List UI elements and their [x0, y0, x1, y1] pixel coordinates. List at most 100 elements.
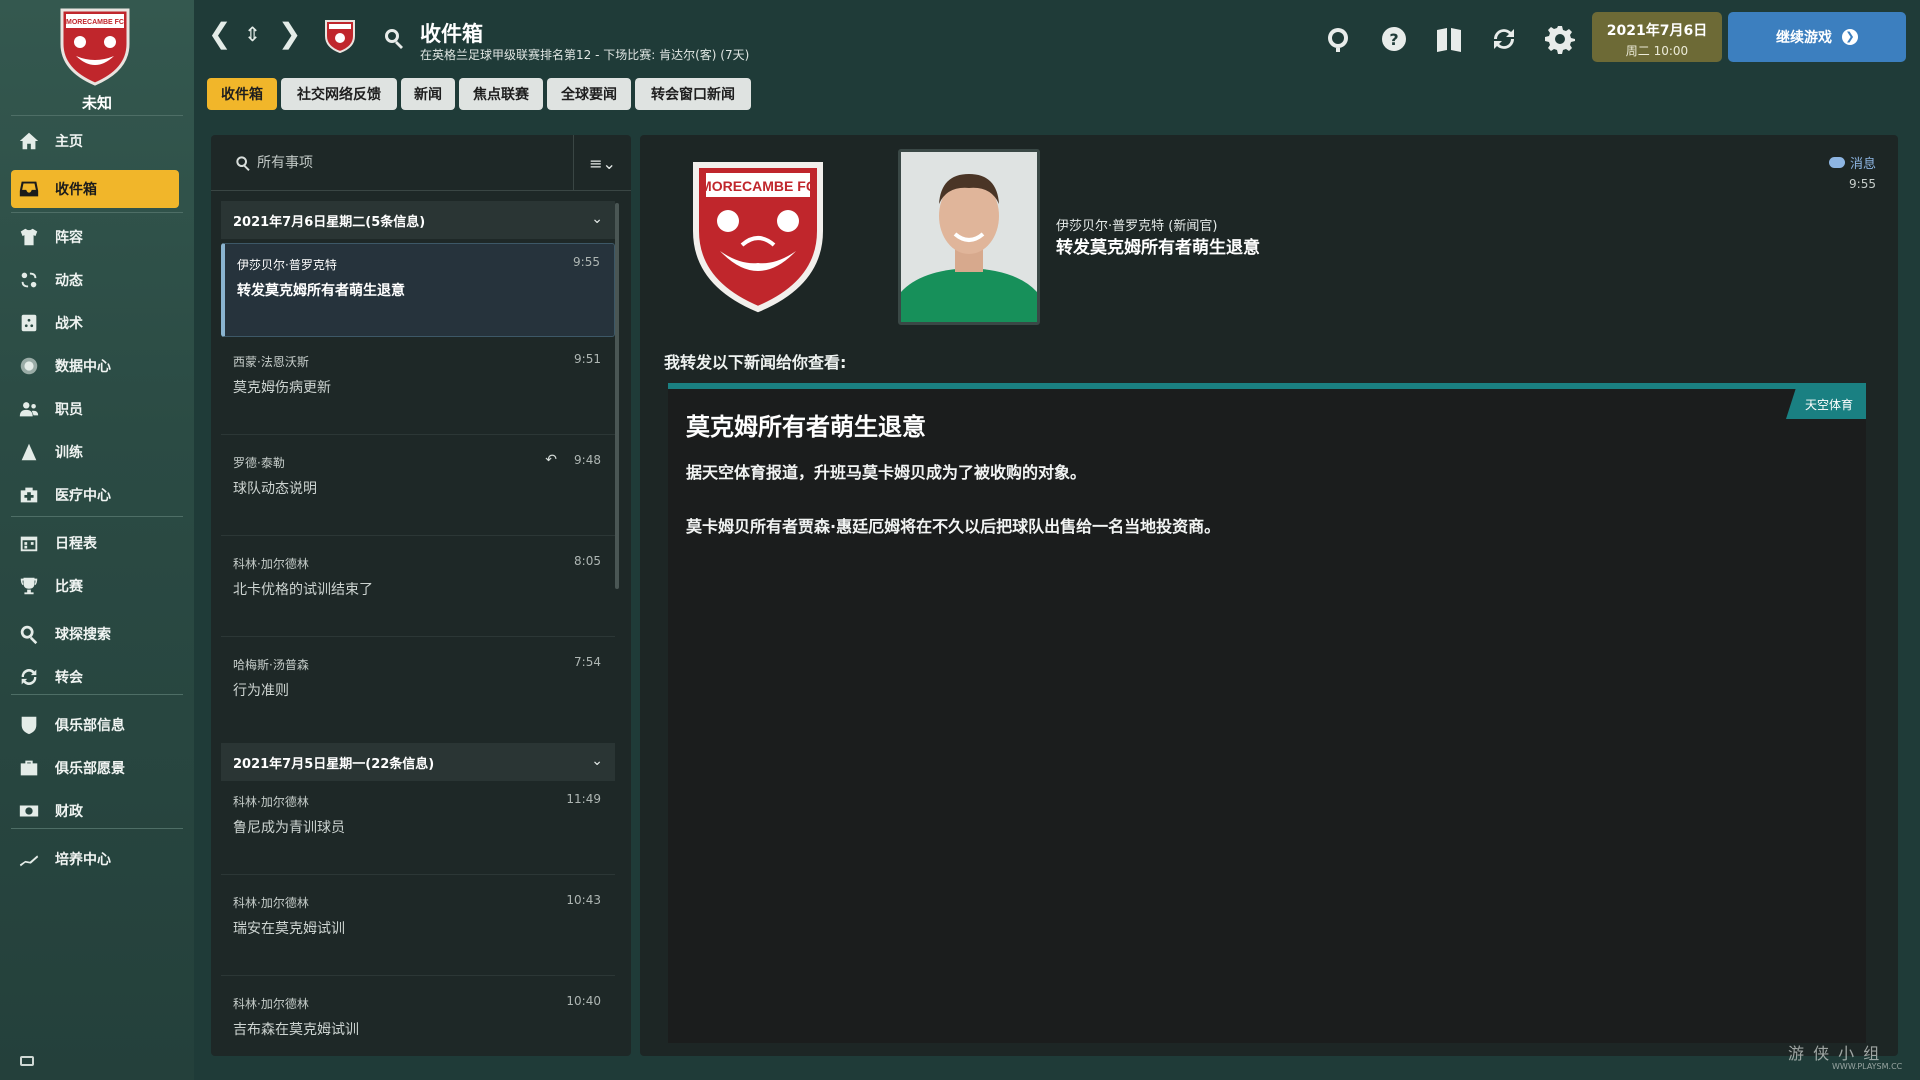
sidebar-divider	[11, 212, 183, 213]
medical-icon	[17, 483, 41, 507]
sidebar-item-label: 培养中心	[55, 852, 111, 868]
list-item[interactable]: 西蒙·法恩沃斯 9:51 莫克姆伤病更新	[221, 341, 615, 435]
tab-transfer-window-news[interactable]: 转会窗口新闻	[635, 78, 751, 110]
list-item[interactable]: 科林·加尔德林 8:05 北卡优格的试训结束了	[221, 543, 615, 637]
sidebar-item-development[interactable]: 培养中心	[11, 840, 179, 878]
article-paragraph: 莫卡姆贝所有者贾森·惠廷厄姆将在不久以后把球队出售给一名当地投资商。	[686, 517, 1221, 536]
list-item[interactable]: 科林·加尔德林 10:40 吉布森在莫克姆试训	[221, 983, 615, 1056]
message-subject: 鲁尼成为青训球员	[233, 820, 345, 836]
page-subtitle: 在英格兰足球甲级联赛排名第12 - 下场比赛: 肯达尔(客) (7天)	[420, 48, 750, 62]
message-sender: 哈梅斯·汤普森	[233, 658, 309, 672]
sidebar-collapse-icon[interactable]	[20, 1056, 34, 1066]
continue-label: 继续游戏	[1776, 30, 1832, 46]
transfers-icon	[17, 665, 41, 689]
training-icon	[17, 440, 41, 464]
home-icon	[17, 129, 41, 153]
sidebar-item-squad[interactable]: 阵容	[11, 218, 179, 256]
globe-icon[interactable]	[1323, 24, 1353, 54]
sidebar-item-label: 日程表	[55, 536, 97, 552]
sidebar-item-schedule[interactable]: 日程表	[11, 524, 179, 562]
list-item[interactable]: 科林·加尔德林 11:49 鲁尼成为青训球员	[221, 781, 615, 875]
search-icon	[235, 155, 251, 171]
back-icon[interactable]: ❮	[208, 20, 231, 48]
detail-sender: 伊莎贝尔·普罗克特 (新闻官)	[1056, 219, 1218, 234]
sidebar-item-label: 俱乐部愿景	[55, 761, 125, 777]
sidebar-item-medical[interactable]: 医疗中心	[11, 476, 179, 514]
tab-news[interactable]: 新闻	[401, 78, 455, 110]
filter-menu-button[interactable]: ≡⌄	[573, 135, 631, 191]
manual-icon[interactable]	[1434, 24, 1464, 54]
sidebar-item-finances[interactable]: 财政	[11, 792, 179, 830]
finances-icon	[17, 799, 41, 823]
sidebar-item-label: 数据中心	[55, 359, 111, 375]
club-vision-icon	[17, 756, 41, 780]
date-group-title: 2021年7月5日星期一(22条信息)	[233, 756, 435, 772]
message-subject: 莫克姆伤病更新	[233, 380, 331, 396]
filter-menu-icon: ≡⌄	[589, 153, 616, 173]
article-paragraph: 据天空体育报道，升班马莫卡姆贝成为了被收购的对象。	[686, 463, 1087, 482]
chevron-down-icon: ⌄	[591, 211, 603, 227]
top-bar: ❮ ⇕ ❯ 收件箱 在英格兰足球甲级联赛排名第12 - 下场比赛: 肯达尔(客)…	[194, 0, 1920, 75]
help-icon[interactable]: ?	[1379, 24, 1409, 54]
watermark-logo: 游 侠 小 组	[1788, 1044, 1882, 1063]
message-time: 9:51	[574, 352, 601, 366]
message-time: 10:40	[566, 994, 601, 1008]
date-group-header[interactable]: 2021年7月5日星期一(22条信息) ⌄	[221, 743, 615, 781]
message-tag-label: 消息	[1849, 157, 1876, 172]
refresh-icon[interactable]	[1489, 24, 1519, 54]
sidebar-item-staff[interactable]: 职员	[11, 390, 179, 428]
date-group-title: 2021年7月6日星期二(5条信息)	[233, 214, 426, 230]
staff-icon	[17, 397, 41, 421]
list-scrollbar[interactable]	[615, 203, 619, 589]
message-subject: 行为准则	[233, 683, 289, 699]
list-item[interactable]: 哈梅斯·汤普森 7:54 行为准则	[221, 644, 615, 738]
sidebar-item-dynamics[interactable]: 动态	[11, 261, 179, 299]
date-group-header[interactable]: 2021年7月6日星期二(5条信息) ⌄	[221, 201, 615, 239]
club-crest-icon[interactable]: MORECAMBE FC	[688, 155, 828, 315]
search-icon[interactable]	[382, 26, 406, 50]
forward-icon[interactable]: ❯	[278, 20, 301, 48]
sidebar-item-tactics[interactable]: 战术	[11, 304, 179, 342]
list-item[interactable]: 罗德·泰勒 ↶ 9:48 球队动态说明	[221, 442, 615, 536]
sidebar-divider	[11, 115, 183, 116]
sidebar-divider	[11, 516, 183, 517]
club-crest-icon[interactable]	[324, 18, 356, 54]
inbox-search: ≡⌄	[211, 135, 631, 191]
news-source-badge: 天空体育	[1786, 389, 1866, 419]
sidebar-item-scouting[interactable]: 球探搜索	[11, 615, 179, 653]
tab-inbox[interactable]: 收件箱	[207, 78, 277, 110]
page-title: 收件箱	[420, 22, 483, 46]
chevron-right-icon: ❯	[1842, 29, 1858, 45]
svg-text:MORECAMBE FC: MORECAMBE FC	[700, 178, 816, 194]
up-down-icon[interactable]: ⇕	[244, 24, 261, 44]
message-subject: 转发莫克姆所有者萌生退意	[237, 283, 405, 299]
sidebar-item-club-info[interactable]: 俱乐部信息	[11, 706, 179, 744]
scouting-icon	[17, 622, 41, 646]
message-time: 10:43	[566, 893, 601, 907]
list-item[interactable]: 科林·加尔德林 10:43 瑞安在莫克姆试训	[221, 882, 615, 976]
settings-icon[interactable]	[1545, 24, 1575, 54]
development-icon	[17, 847, 41, 871]
continue-button[interactable]: 继续游戏 ❯	[1728, 12, 1906, 62]
reply-icon: ↶	[545, 452, 557, 468]
tab-social-feedback[interactable]: 社交网络反馈	[281, 78, 397, 110]
search-input[interactable]	[257, 151, 557, 175]
sidebar-item-training[interactable]: 训练	[11, 433, 179, 471]
sidebar-item-club-vision[interactable]: 俱乐部愿景	[11, 749, 179, 787]
svg-text:MORECAMBE FC: MORECAMBE FC	[66, 19, 124, 26]
sidebar-item-label: 主页	[55, 134, 83, 150]
game-date[interactable]: 2021年7月6日 周二 10:00	[1592, 12, 1722, 62]
sidebar-item-inbox[interactable]: 收件箱	[11, 170, 179, 208]
sidebar-item-transfers[interactable]: 转会	[11, 658, 179, 696]
sidebar-item-home[interactable]: 主页	[11, 122, 179, 160]
list-item[interactable]: 伊莎贝尔·普罗克特 9:55 转发莫克姆所有者萌生退意	[221, 243, 615, 337]
message-list-panel: ≡⌄ 2021年7月6日星期二(5条信息) ⌄ 伊莎贝尔·普罗克特 9:55 转…	[211, 135, 631, 1056]
sidebar-item-competitions[interactable]: 比赛	[11, 567, 179, 605]
sidebar-item-data-hub[interactable]: 数据中心	[11, 347, 179, 385]
sidebar-item-label: 财政	[55, 804, 83, 820]
club-crest-icon[interactable]: MORECAMBE FC	[58, 4, 132, 86]
message-type-tag[interactable]: 消息	[1828, 153, 1876, 172]
tab-world-news[interactable]: 全球要闻	[547, 78, 631, 110]
tab-focus-leagues[interactable]: 焦点联赛	[459, 78, 543, 110]
message-time: 8:05	[574, 554, 601, 568]
